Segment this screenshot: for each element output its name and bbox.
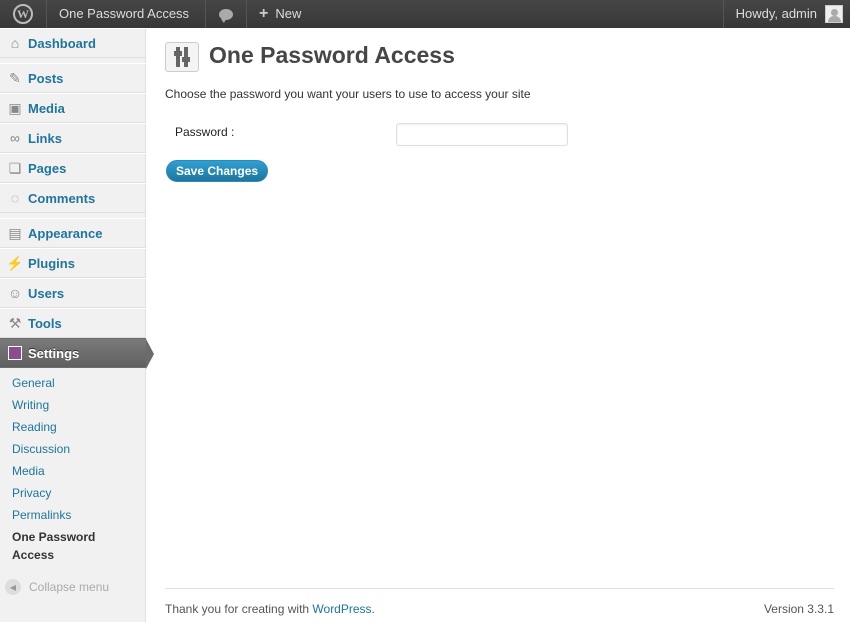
dashboard-icon: ⌂ — [10, 35, 20, 51]
sidebar-item-posts[interactable]: ✎ Posts — [0, 63, 146, 93]
submenu-label-line-2: Access — [12, 548, 55, 562]
sidebar-item-label: Comments — [28, 190, 96, 206]
wordpress-logo-icon[interactable]: W — [0, 0, 46, 28]
new-label: New — [275, 6, 302, 21]
admin-sidebar: ⌂ Dashboard ✎ Posts ▣ Media ∞ Links ❏ Pa… — [0, 28, 154, 622]
sidebar-item-label: Settings — [28, 345, 80, 361]
link-icon: ∞ — [10, 130, 20, 146]
divider — [246, 0, 247, 28]
collapse-menu-button[interactable]: ◀ Collapse menu — [5, 579, 109, 595]
avatar — [825, 5, 843, 23]
wordpress-link[interactable]: WordPress — [312, 602, 371, 616]
sidebar-item-dashboard[interactable]: ⌂ Dashboard — [0, 28, 146, 58]
greeting-text: Howdy, admin — [735, 6, 817, 21]
save-changes-button[interactable]: Save Changes — [166, 160, 269, 182]
site-name-link[interactable]: One Password Access — [59, 0, 189, 28]
comments-icon[interactable] — [206, 0, 246, 28]
page-description: Choose the password you want your users … — [165, 87, 531, 101]
version-text: Version 3.3.1 — [763, 602, 834, 616]
collapse-label: Collapse menu — [29, 580, 110, 594]
footer-divider — [165, 588, 834, 589]
tools-icon: ⚒ — [8, 314, 22, 331]
sidebar-item-label: Dashboard — [28, 35, 96, 51]
plugin-icon: ⚡ — [6, 254, 24, 271]
media-icon: ▣ — [8, 99, 22, 116]
divider — [46, 0, 47, 28]
sidebar-item-label: Plugins — [28, 255, 75, 271]
sidebar-item-label: Users — [28, 285, 65, 301]
divider — [723, 0, 724, 28]
users-icon: ☺ — [7, 285, 23, 301]
sidebar-item-label: Appearance — [28, 225, 103, 241]
page-title: One Password Access — [209, 42, 455, 68]
sidebar-item-label: Pages — [28, 160, 67, 176]
submenu-discussion[interactable]: Discussion — [12, 442, 70, 456]
submenu-general[interactable]: General — [12, 376, 55, 390]
sidebar-item-media[interactable]: ▣ Media — [0, 93, 146, 123]
password-label: Password : — [175, 125, 235, 139]
new-content-button[interactable]: + New — [259, 0, 301, 28]
footer-period: . — [371, 602, 375, 616]
submenu-label-line-1: One Password — [12, 530, 96, 544]
pin-icon: ✎ — [9, 69, 21, 86]
main-content: One Password Access Choose the password … — [147, 28, 850, 622]
my-account-menu[interactable]: Howdy, admin — [736, 0, 843, 28]
submenu-reading[interactable]: Reading — [12, 420, 57, 434]
collapse-arrow-icon: ◀ — [5, 579, 21, 595]
settings-icon — [7, 345, 23, 361]
submenu-writing[interactable]: Writing — [12, 398, 49, 412]
sidebar-item-label: Links — [28, 130, 62, 146]
appearance-icon: ▤ — [8, 224, 22, 241]
settings-page-icon — [165, 42, 199, 72]
page-icon: ❏ — [8, 159, 22, 176]
sidebar-item-pages[interactable]: ❏ Pages — [0, 153, 146, 183]
sidebar-item-plugins[interactable]: ⚡ Plugins — [0, 248, 146, 278]
submenu-permalinks[interactable]: Permalinks — [12, 508, 71, 522]
sidebar-item-tools[interactable]: ⚒ Tools — [0, 308, 146, 338]
sidebar-item-settings[interactable]: Settings — [0, 338, 154, 369]
admin-bar: W One Password Access + New Howdy, admin — [0, 0, 850, 28]
sidebar-item-links[interactable]: ∞ Links — [0, 123, 146, 153]
sidebar-item-appearance[interactable]: ▤ Appearance — [0, 218, 146, 248]
sidebar-item-label: Posts — [28, 70, 64, 86]
sidebar-item-users[interactable]: ☺ Users — [0, 278, 146, 308]
plus-icon: + — [259, 5, 269, 22]
footer-thanks-text: Thank you for creating with — [165, 602, 313, 616]
submenu-one-password-access[interactable]: One Password Access — [12, 528, 95, 564]
sidebar-item-comments[interactable]: ◌ Comments — [0, 183, 146, 213]
password-input[interactable] — [396, 123, 568, 146]
comment-icon: ◌ — [10, 190, 20, 206]
sidebar-item-label: Media — [28, 100, 65, 116]
sidebar-item-label: Tools — [28, 315, 62, 331]
footer-credit: Thank you for creating with WordPress. — [165, 602, 375, 616]
submenu-privacy[interactable]: Privacy — [12, 486, 51, 500]
submenu-media[interactable]: Media — [12, 464, 45, 478]
